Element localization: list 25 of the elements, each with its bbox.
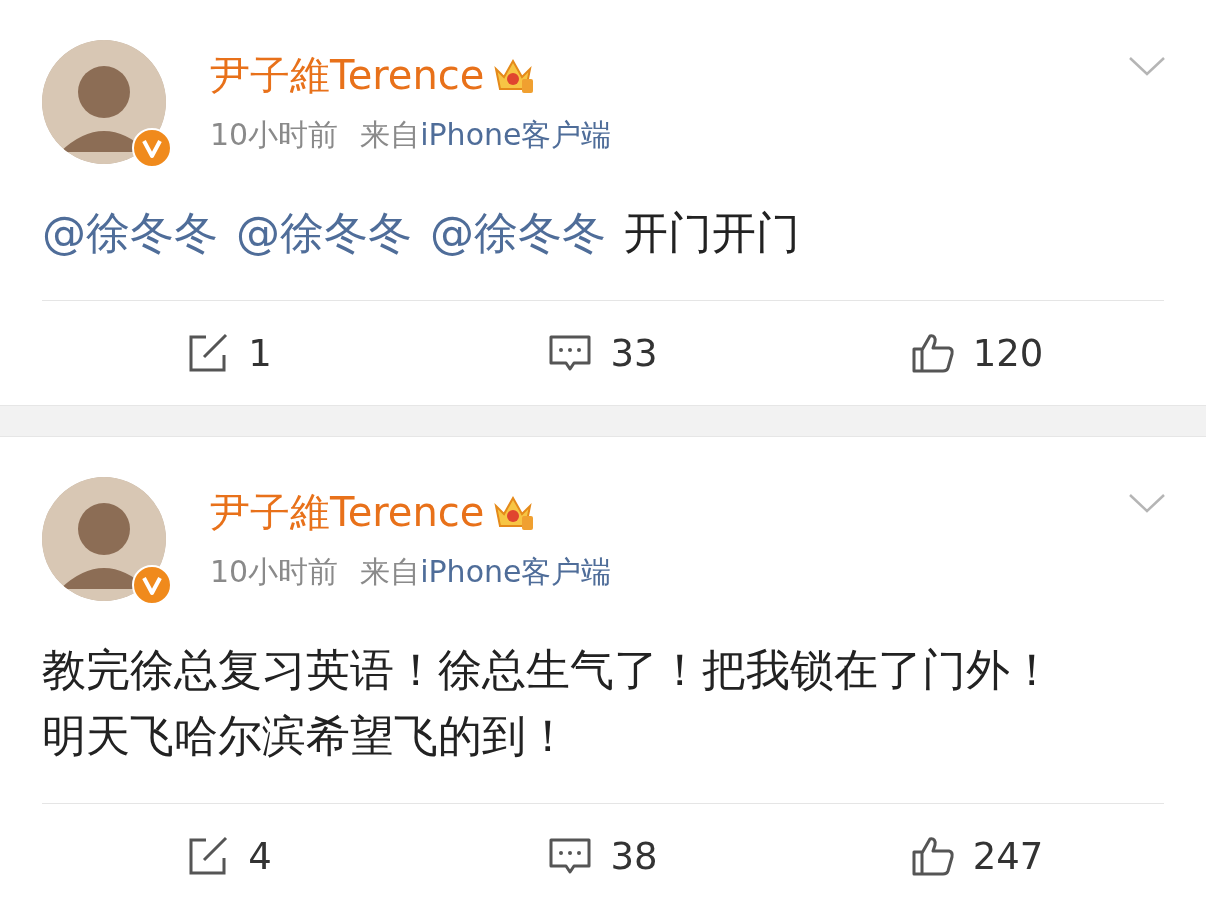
repost-button[interactable]: 4 [42, 834, 416, 878]
post-text: @徐冬冬 @徐冬冬 @徐冬冬 开门开门 [42, 206, 801, 260]
source-link[interactable]: iPhone客户端 [420, 554, 612, 589]
avatar[interactable] [42, 40, 166, 164]
mention-link[interactable]: @徐冬冬 [42, 207, 218, 258]
like-button[interactable]: 247 [790, 834, 1164, 878]
verified-badge-icon [132, 128, 172, 168]
author-name[interactable]: 尹子維Terence [210, 45, 485, 105]
thumbs-up-icon [910, 331, 955, 375]
post-time: 10小时前 [210, 116, 339, 154]
source-label: 来自 [360, 554, 421, 589]
thumbs-up-icon [910, 834, 955, 878]
mention-link[interactable]: @徐冬冬 [236, 207, 412, 258]
like-button[interactable]: 120 [790, 331, 1164, 375]
author-name[interactable]: 尹子維Terence [210, 482, 485, 542]
post-text: 教完徐总复习英语！徐总生气了！把我锁在了门外！明天飞哈尔滨希望飞的到！ [42, 643, 1055, 763]
source-link[interactable]: iPhone客户端 [420, 117, 612, 152]
avatar[interactable] [42, 477, 166, 601]
comment-button[interactable]: 33 [416, 331, 790, 375]
post-time: 10小时前 [210, 553, 339, 591]
verified-badge-icon [132, 565, 172, 605]
source-label: 来自 [360, 117, 421, 152]
mention-link[interactable]: @徐冬冬 [430, 207, 606, 258]
comment-button[interactable]: 38 [416, 834, 790, 878]
repost-button[interactable]: 1 [42, 331, 416, 375]
